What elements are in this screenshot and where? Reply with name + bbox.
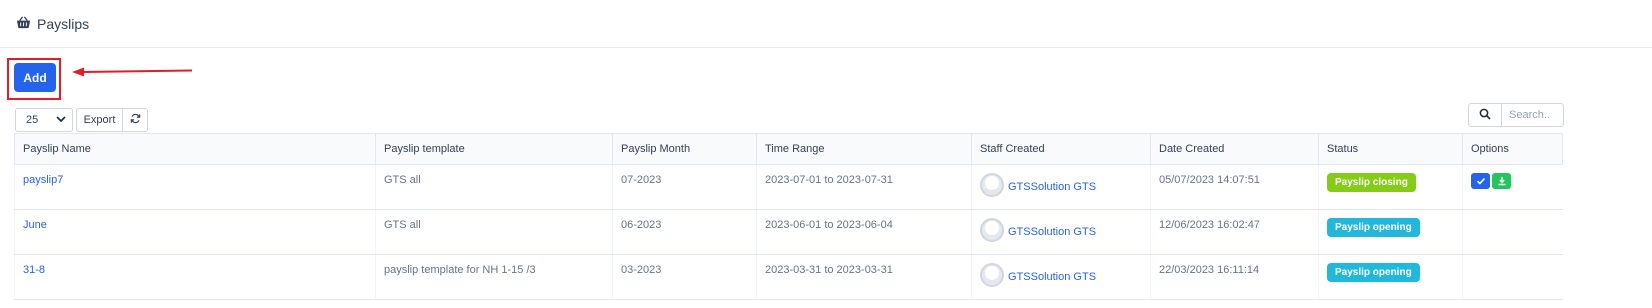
refresh-icon bbox=[130, 113, 141, 127]
payslip-name-link[interactable]: payslip7 bbox=[23, 174, 63, 186]
search-button[interactable] bbox=[1468, 103, 1502, 127]
staff-created: GTSSolution GTS bbox=[980, 218, 1142, 242]
approve-button[interactable] bbox=[1471, 173, 1490, 189]
pointer-arrow-icon bbox=[72, 67, 193, 77]
chevron-down-icon bbox=[56, 114, 66, 127]
column-header[interactable]: Payslip Month bbox=[612, 133, 757, 165]
staff-name-link[interactable]: GTSSolution GTS bbox=[1008, 181, 1096, 193]
avatar[interactable] bbox=[980, 218, 1004, 242]
staff-created: GTSSolution GTS bbox=[980, 263, 1142, 287]
search-input[interactable] bbox=[1502, 103, 1564, 127]
page-size-value: 25 bbox=[26, 114, 39, 126]
table-header-row: Payslip Name Payslip template Payslip Mo… bbox=[14, 133, 1563, 165]
column-header[interactable]: Staff Created bbox=[971, 133, 1151, 165]
basket-icon bbox=[16, 15, 31, 33]
avatar[interactable] bbox=[980, 173, 1004, 197]
time-range: 2023-07-01 to 2023-07-31 bbox=[756, 164, 972, 210]
header-divider bbox=[0, 47, 1652, 48]
date-created: 05/07/2023 14:07:51 bbox=[1150, 164, 1319, 210]
payslip-template: GTS all bbox=[375, 209, 613, 255]
download-button[interactable] bbox=[1492, 173, 1511, 189]
table-row: payslip7 GTS all 07-2023 2023-07-01 to 2… bbox=[14, 164, 1563, 210]
payslip-name-link[interactable]: June bbox=[23, 219, 47, 231]
payslip-month: 03-2023 bbox=[612, 254, 757, 300]
status-badge: Payslip closing bbox=[1327, 173, 1416, 192]
staff-created: GTSSolution GTS bbox=[980, 173, 1142, 197]
column-header[interactable]: Payslip Name bbox=[14, 133, 376, 165]
payslip-name-link[interactable]: 31-8 bbox=[23, 264, 45, 276]
status-badge: Payslip opening bbox=[1327, 218, 1420, 237]
payslip-month: 07-2023 bbox=[612, 164, 757, 210]
table-row: 31-8 payslip template for NH 1-15 /3 03-… bbox=[14, 254, 1563, 300]
check-icon bbox=[1476, 177, 1485, 185]
export-button[interactable]: Export bbox=[76, 108, 123, 132]
page-size-select[interactable]: 25 bbox=[15, 108, 73, 132]
time-range: 2023-03-31 to 2023-03-31 bbox=[756, 254, 972, 300]
date-created: 12/06/2023 16:02:47 bbox=[1150, 209, 1319, 255]
search-icon bbox=[1479, 108, 1491, 123]
status-badge: Payslip opening bbox=[1327, 263, 1420, 282]
download-icon bbox=[1498, 177, 1505, 186]
column-header[interactable]: Status bbox=[1318, 133, 1463, 165]
refresh-button[interactable] bbox=[123, 108, 148, 132]
row-options bbox=[1462, 254, 1563, 300]
time-range: 2023-06-01 to 2023-06-04 bbox=[756, 209, 972, 255]
avatar[interactable] bbox=[980, 263, 1004, 287]
column-header[interactable]: Payslip template bbox=[375, 133, 613, 165]
payslips-table: Payslip Name Payslip template Payslip Mo… bbox=[14, 133, 1563, 300]
payslip-template: payslip template for NH 1-15 /3 bbox=[375, 254, 613, 300]
payslip-month: 06-2023 bbox=[612, 209, 757, 255]
page-title: Payslips bbox=[37, 16, 90, 32]
date-created: 22/03/2023 16:11:14 bbox=[1150, 254, 1319, 300]
column-header[interactable]: Time Range bbox=[756, 133, 972, 165]
staff-name-link[interactable]: GTSSolution GTS bbox=[1008, 271, 1096, 283]
row-options bbox=[1462, 209, 1563, 255]
export-button-group: Export bbox=[76, 108, 148, 132]
staff-name-link[interactable]: GTSSolution GTS bbox=[1008, 226, 1096, 238]
page-header: Payslips bbox=[16, 15, 89, 33]
column-header[interactable]: Date Created bbox=[1150, 133, 1319, 165]
column-header: Options bbox=[1462, 133, 1563, 165]
table-toolbar: 25 Export bbox=[15, 108, 148, 132]
search-group bbox=[1468, 103, 1564, 127]
row-options bbox=[1471, 173, 1555, 189]
table-row: June GTS all 06-2023 2023-06-01 to 2023-… bbox=[14, 209, 1563, 255]
add-button[interactable]: Add bbox=[14, 63, 56, 92]
payslip-template: GTS all bbox=[375, 164, 613, 210]
